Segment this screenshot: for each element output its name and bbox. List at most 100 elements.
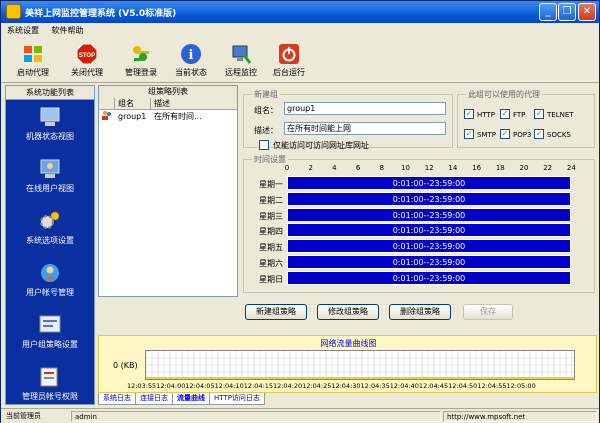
proxy-socks-checkbox[interactable]: ✓	[534, 129, 544, 139]
proxy-telnet-checkbox[interactable]: ✓	[534, 109, 544, 119]
sidebar-item-group-policy[interactable]: 用户组策略设置	[6, 314, 94, 350]
background-run-button[interactable]: 后台运行	[263, 41, 315, 81]
hour-tick: 6	[355, 164, 361, 172]
start-proxy-button[interactable]: 启动代理	[7, 41, 59, 81]
user-account-icon	[41, 264, 59, 282]
info-icon: i	[181, 44, 201, 64]
menu-help[interactable]: 软件帮助	[46, 23, 88, 36]
day-time-bar[interactable]: 0:01:00--23:59:00	[287, 255, 571, 269]
current-status-button[interactable]: i 当前状态	[165, 41, 217, 81]
only-list-checkbox[interactable]	[259, 140, 269, 150]
close-button[interactable]: ✕	[578, 3, 596, 21]
tab-traffic-curve[interactable]: 流量曲线	[172, 393, 210, 405]
sidebar-item-online-users[interactable]: 在线用户视图	[6, 158, 94, 194]
admin-permission-icon	[40, 367, 58, 387]
online-user-icon	[40, 159, 60, 178]
sidebar-item-machine-status[interactable]: 机器状态视图	[6, 106, 94, 142]
proxy-smtp-checkbox[interactable]: ✓	[464, 129, 474, 139]
sidebar-item-label: 用户帐号管理	[26, 288, 74, 297]
day-time-bar[interactable]: 0:01:00--23:59:00	[287, 270, 571, 285]
hour-tick: 22	[543, 164, 553, 172]
status-admin-user: admin	[71, 411, 441, 422]
day-label: 星期五	[259, 243, 283, 253]
minimize-button[interactable]: _	[539, 3, 557, 21]
admin-login-button[interactable]: 管理登录	[115, 41, 167, 81]
stop-proxy-button[interactable]: STOP 关闭代理	[61, 41, 113, 81]
status-admin-label: 当前管理员	[6, 412, 41, 420]
group-desc-input[interactable]: 在所有时间能上网	[284, 122, 446, 135]
day-time-bar[interactable]: 0:01:00--23:59:00	[287, 191, 571, 206]
traffic-chart-grid	[145, 351, 574, 379]
traffic-chart-xaxis: 12:03:5512:04:0012:04:0512:04:1012:04:15…	[127, 382, 536, 390]
menu-system-settings[interactable]: 系统设置	[1, 23, 43, 36]
column-header-desc[interactable]: 描述	[151, 98, 237, 109]
tab-http-log[interactable]: HTTP访问日志	[209, 393, 265, 405]
stop-sign-icon: STOP	[76, 43, 98, 65]
day-time-bar[interactable]: 0:01:00--23:59:00	[287, 207, 571, 222]
proxy-socks-label: SOCKS	[547, 131, 571, 139]
sidebar-item-system-options[interactable]: 系统选项设置	[6, 210, 94, 246]
proxy-http-checkbox[interactable]: ✓	[464, 109, 474, 119]
proxy-ftp-checkbox[interactable]: ✓	[500, 109, 510, 119]
computer-icon	[40, 107, 60, 126]
tab-connection-log[interactable]: 连接日志	[135, 393, 173, 405]
remote-monitor-button[interactable]: 远程监控	[215, 41, 267, 81]
sidebar-item-label: 用户组策略设置	[22, 340, 78, 349]
status-url: http://www.mpsoft.net	[443, 411, 597, 422]
proxy-pop3-checkbox[interactable]: ✓	[500, 129, 510, 139]
app-icon	[6, 4, 21, 19]
log-tabs: 系统日志 连接日志 流量曲线 HTTP访问日志	[98, 393, 265, 405]
hour-tick: 18	[495, 164, 505, 172]
delete-policy-button[interactable]: 删除组策略	[389, 304, 451, 320]
maximize-button[interactable]: ❐	[558, 3, 576, 21]
admin-login-label: 管理登录	[125, 68, 157, 77]
sidebar-title: 系统功能列表	[6, 86, 94, 100]
proxy-http-label: HTTP	[477, 111, 495, 119]
day-label: 星期四	[259, 227, 283, 237]
remote-monitor-label: 远程监控	[225, 68, 257, 77]
day-label: 星期日	[259, 274, 283, 284]
proxy-smtp-label: SMTP	[477, 131, 496, 139]
save-button[interactable]: 保存	[463, 304, 513, 320]
sidebar: 系统功能列表 机器状态视图 在线用户视图 系统选项设置 用户帐号管理 用户组策略…	[5, 85, 95, 405]
sidebar-item-label: 在线用户视图	[26, 184, 74, 193]
sidebar-item-label: 管理员帐号权限	[22, 392, 78, 401]
traffic-chart-panel: 网络流量曲线图 0 (KB) 12:03:5512:04:0012:04:051…	[98, 335, 597, 393]
day-label: 星期六	[259, 259, 283, 268]
group-policy-list: 组策略列表 组名 描述 group1 在所有时间...	[98, 85, 238, 297]
sidebar-item-label: 系统选项设置	[26, 236, 74, 245]
proxy-pop3-label: POP3	[513, 131, 532, 139]
title-bar: 美祥上网监控管理系统 (V5.0标准版) _ ❐ ✕	[1, 1, 599, 23]
hour-tick: 14	[448, 164, 458, 172]
traffic-chart-area	[145, 350, 575, 380]
proxy-ftp-label: FTP	[513, 111, 526, 119]
group-list-title: 组策略列表	[99, 86, 237, 98]
main-window: 美祥上网监控管理系统 (V5.0标准版) _ ❐ ✕ 系统设置 软件帮助 启动代…	[0, 0, 600, 423]
sidebar-item-user-accounts[interactable]: 用户帐号管理	[6, 262, 94, 298]
group-user-icon	[102, 110, 111, 120]
hour-tick: 10	[401, 164, 410, 172]
keys-icon	[133, 46, 149, 61]
traffic-chart-ylabel: 0 (KB)	[113, 361, 138, 370]
tab-system-log[interactable]: 系统日志	[98, 393, 136, 405]
traffic-chart-title: 网络流量曲线图	[320, 339, 377, 348]
day-time-bar[interactable]: 0:01:00--23:59:00	[287, 176, 571, 190]
background-run-label: 后台运行	[273, 68, 305, 77]
day-label: 星期三	[259, 211, 283, 221]
start-proxy-label: 启动代理	[17, 68, 49, 77]
menu-bar: 系统设置 软件帮助	[1, 23, 599, 39]
sidebar-item-admin-permissions[interactable]: 管理员帐号权限	[6, 366, 94, 402]
day-time-bar[interactable]: 0:01:00--23:59:00	[287, 239, 571, 254]
gears-icon	[40, 211, 60, 229]
hour-tick: 0	[284, 164, 290, 172]
edit-policy-button[interactable]: 修改组策略	[317, 304, 379, 320]
column-header-name[interactable]: 组名	[115, 98, 151, 109]
day-time-bar[interactable]: 0:01:00--23:59:00	[287, 223, 571, 238]
group-policy-icon	[39, 315, 61, 333]
group-name-input[interactable]: group1	[284, 102, 446, 115]
new-policy-button[interactable]: 新建组策略	[245, 304, 307, 320]
group-name-label: 组名：	[254, 106, 278, 115]
table-row[interactable]: group1 在所有时间...	[99, 110, 237, 124]
sidebar-item-label: 机器状态视图	[26, 132, 74, 141]
day-label: 星期二	[259, 195, 283, 205]
